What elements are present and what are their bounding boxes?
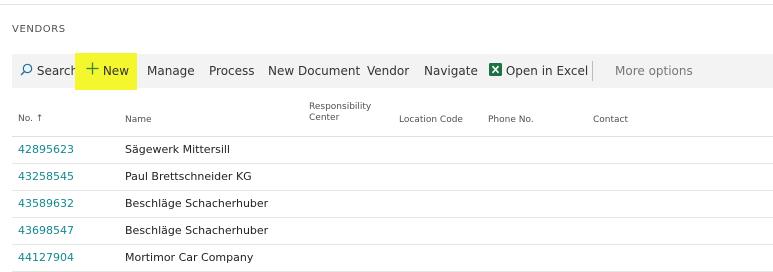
top-rule [0, 4, 773, 5]
vendor-name: Beschläge Schacherhuber [125, 197, 269, 210]
table-row[interactable]: 43698547 Beschläge Schacherhuber [12, 218, 773, 245]
action-bar: Search New Manage Process New Document V… [12, 53, 773, 90]
vendor-no-link[interactable]: 43589632 [18, 191, 74, 217]
more-options-button[interactable]: More options [615, 54, 693, 88]
process-menu[interactable]: Process [209, 54, 255, 88]
grid-header: No. ↑ Name Responsibility Center Locatio… [12, 94, 773, 137]
vendor-no-link[interactable]: 43698547 [18, 218, 74, 244]
column-header-responsibility-center[interactable]: Responsibility Center [309, 102, 371, 124]
column-header-name[interactable]: Name [125, 115, 152, 126]
search-label: Search [36, 64, 79, 78]
manage-menu[interactable]: Manage [147, 54, 195, 88]
navigate-menu[interactable]: Navigate [424, 54, 478, 88]
column-header-location-code[interactable]: Location Code [399, 115, 463, 126]
column-header-responsibility-center-line2: Center [309, 113, 340, 123]
column-header-responsibility-center-line1: Responsibility [309, 102, 372, 112]
vendor-no-link[interactable]: 43258545 [18, 164, 74, 190]
vendor-name: Paul Brettschneider KG [125, 170, 252, 183]
page-title: VENDORS [12, 24, 66, 35]
column-header-no[interactable]: No. ↑ [18, 114, 43, 125]
new-label: New [102, 64, 130, 78]
search-button[interactable]: Search [20, 54, 78, 88]
excel-icon [489, 55, 502, 89]
vendor-menu[interactable]: Vendor [367, 54, 409, 88]
table-row[interactable]: 42895623 Sägewerk Mittersill [12, 137, 773, 164]
column-header-phone-no[interactable]: Phone No. [488, 115, 534, 126]
vendor-name: Sägewerk Mittersill [125, 143, 230, 156]
column-header-no-label: No. [18, 114, 33, 124]
vendor-no-link[interactable]: 42895623 [18, 137, 74, 163]
vendor-no-link[interactable]: 44127904 [18, 245, 74, 271]
new-document-menu[interactable]: New Document [268, 54, 360, 88]
open-in-excel-button[interactable]: Open in Excel [489, 54, 588, 88]
search-icon [20, 55, 33, 89]
table-row[interactable]: 43258545 Paul Brettschneider KG [12, 164, 773, 191]
new-button[interactable]: New [75, 53, 137, 90]
vendor-name: Beschläge Schacherhuber [125, 224, 269, 237]
plus-icon [86, 53, 99, 90]
column-header-contact[interactable]: Contact [593, 115, 628, 126]
toolbar-divider [592, 61, 593, 81]
sort-ascending-icon: ↑ [35, 114, 44, 124]
open-in-excel-label: Open in Excel [505, 64, 589, 78]
vendor-name: Mortimor Car Company [125, 251, 254, 264]
table-row[interactable]: 43589632 Beschläge Schacherhuber [12, 191, 773, 218]
